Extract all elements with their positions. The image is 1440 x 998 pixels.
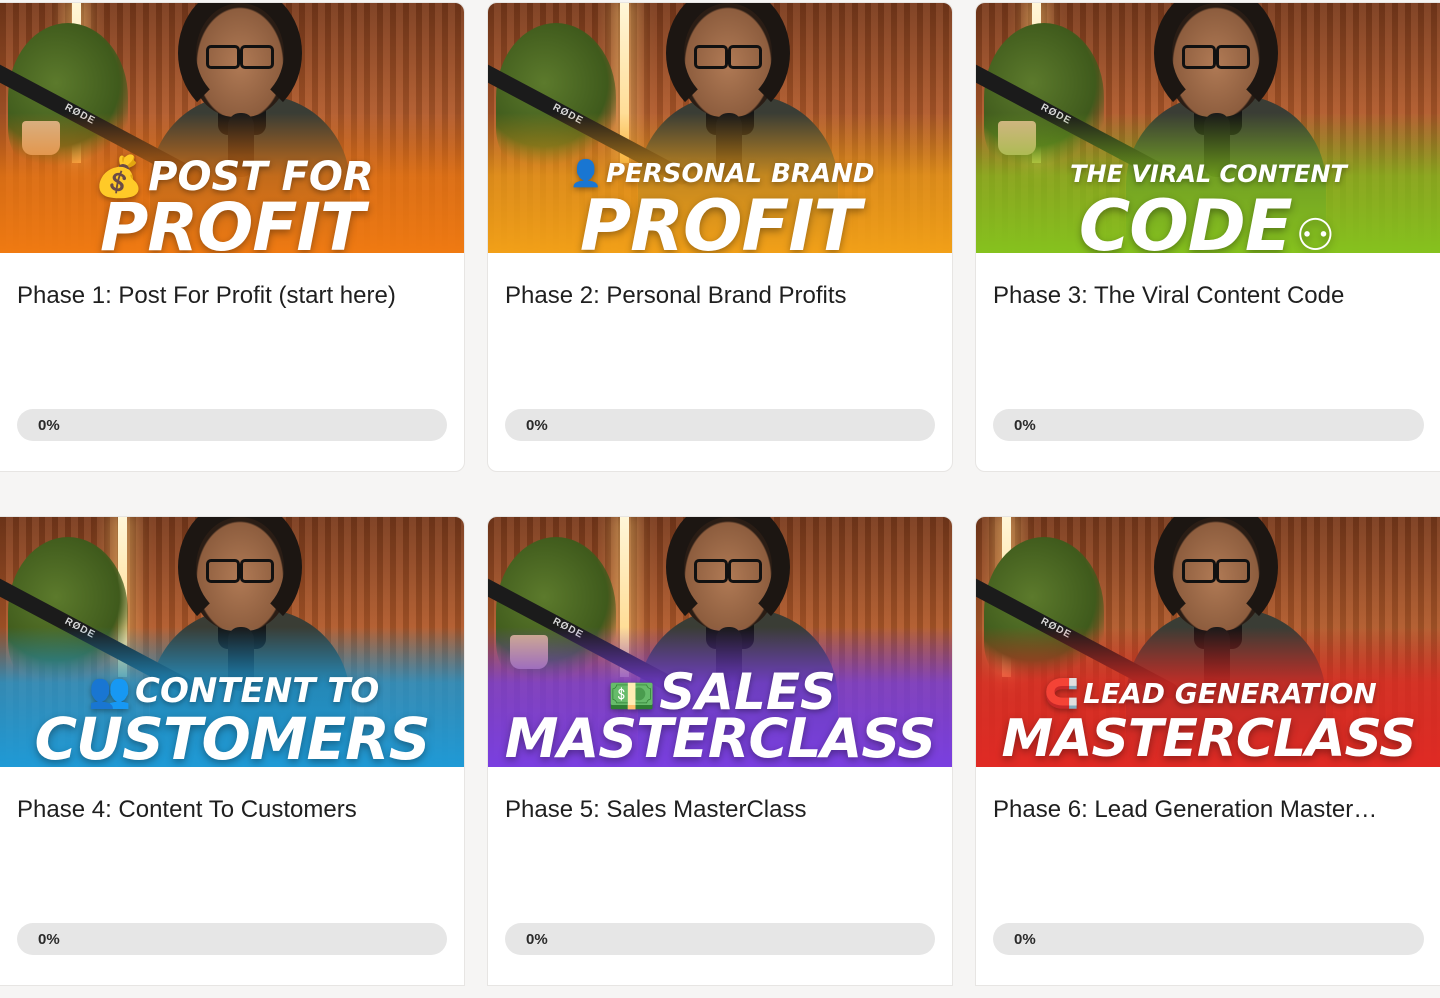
progress-label: 0% [526, 931, 548, 948]
course-thumbnail[interactable]: RØDE 👥CONTENT TO CUSTOMERS [0, 517, 464, 767]
progress-label: 0% [38, 931, 60, 948]
course-title[interactable]: Phase 6: Lead Generation Master… [993, 795, 1424, 825]
progress-label: 0% [1014, 931, 1036, 948]
course-title[interactable]: Phase 3: The Viral Content Code [993, 281, 1424, 311]
thumbnail-line-2: CODE [1078, 185, 1293, 253]
thumbnail-line-2: MASTERCLASS [504, 707, 936, 767]
thumbnail-line-2: PROFIT [579, 185, 861, 253]
course-title[interactable]: Phase 4: Content To Customers [17, 795, 447, 825]
course-card-phase-3[interactable]: RØDE THE VIRAL CONTENT CODE⚇ Phase 3: Th… [975, 2, 1440, 472]
thumbnail-line-2: MASTERCLASS [1001, 709, 1416, 767]
progress-label: 0% [526, 417, 548, 434]
progress-bar: 0% [505, 409, 935, 441]
progress-bar: 0% [17, 409, 447, 441]
course-card-phase-6[interactable]: RØDE 🧲LEAD GENERATION MASTERCLASS Phase … [975, 516, 1440, 986]
thumbnail-line-1: THE VIRAL CONTENT [1070, 160, 1347, 188]
course-title[interactable]: Phase 1: Post For Profit (start here) [17, 281, 447, 311]
course-grid: RØDE 💰POST FOR PROFIT Phase 1: Post For … [0, 0, 1440, 998]
progress-label: 0% [38, 417, 60, 434]
course-title[interactable]: Phase 2: Personal Brand Profits [505, 281, 935, 311]
course-card-phase-5[interactable]: RØDE 💵SALES MASTERCLASS Phase 5: Sales M… [487, 516, 953, 986]
thumbnail-line-2: CUSTOMERS [34, 705, 430, 767]
thumbnail-line-1: LEAD GENERATION [1083, 677, 1377, 710]
progress-bar: 0% [993, 923, 1424, 955]
thumbnail-line-2: PROFIT [100, 189, 365, 253]
course-thumbnail[interactable]: RØDE THE VIRAL CONTENT CODE⚇ [976, 3, 1440, 253]
course-thumbnail[interactable]: RØDE 👤PERSONAL BRAND PROFIT [488, 3, 952, 253]
viral-network-icon: ⚇ [1295, 210, 1335, 253]
course-card-phase-4[interactable]: RØDE 👥CONTENT TO CUSTOMERS Phase 4: Cont… [0, 516, 465, 986]
course-title[interactable]: Phase 5: Sales MasterClass [505, 795, 935, 825]
progress-bar: 0% [505, 923, 935, 955]
course-thumbnail[interactable]: RØDE 💵SALES MASTERCLASS [488, 517, 952, 767]
magnet-icon: 🧲 [1044, 677, 1080, 710]
progress-bar: 0% [17, 923, 447, 955]
course-thumbnail[interactable]: RØDE 🧲LEAD GENERATION MASTERCLASS [976, 517, 1440, 767]
progress-label: 0% [1014, 417, 1036, 434]
course-card-phase-2[interactable]: RØDE 👤PERSONAL BRAND PROFIT Phase 2: Per… [487, 2, 953, 472]
course-thumbnail[interactable]: RØDE 💰POST FOR PROFIT [0, 3, 464, 253]
progress-bar: 0% [993, 409, 1424, 441]
course-card-phase-1[interactable]: RØDE 💰POST FOR PROFIT Phase 1: Post For … [0, 2, 465, 472]
